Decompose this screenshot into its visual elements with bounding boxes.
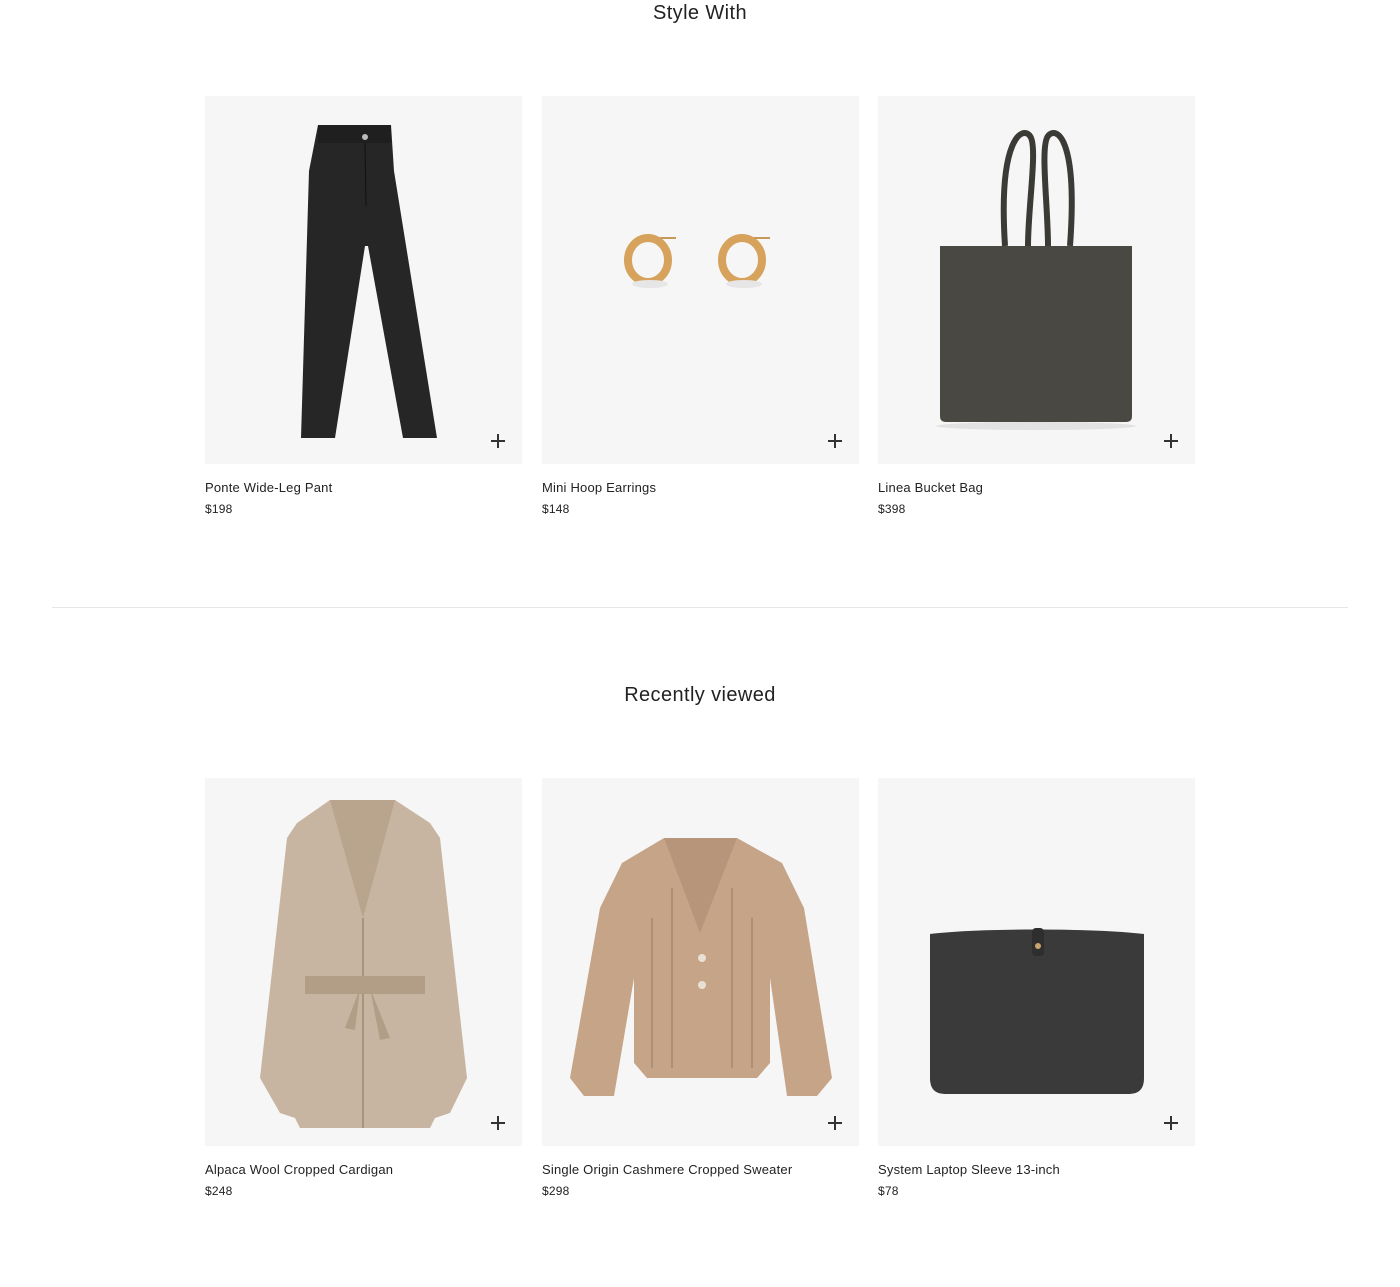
product-card[interactable]: Single Origin Cashmere Cropped Sweater $… xyxy=(542,778,859,1198)
product-name[interactable]: Linea Bucket Bag xyxy=(878,480,1195,495)
product-card[interactable]: System Laptop Sleeve 13-inch $78 xyxy=(878,778,1195,1198)
section-title-style-with: Style With xyxy=(652,2,748,24)
product-image-pant[interactable] xyxy=(205,96,522,464)
section-divider xyxy=(52,607,1348,608)
product-card[interactable]: Alpaca Wool Cropped Cardigan $248 xyxy=(205,778,522,1198)
product-name[interactable]: Single Origin Cashmere Cropped Sweater xyxy=(542,1162,859,1177)
pant-image xyxy=(301,125,437,438)
product-name[interactable]: Ponte Wide-Leg Pant xyxy=(205,480,522,495)
add-to-bag-plus-icon[interactable] xyxy=(491,434,505,448)
section-title-recently-viewed: Recently viewed xyxy=(624,684,776,706)
product-price: $398 xyxy=(878,502,906,516)
add-to-bag-plus-icon[interactable] xyxy=(828,1116,842,1130)
product-image-bag[interactable] xyxy=(878,96,1195,464)
product-price: $248 xyxy=(205,1184,233,1198)
product-price: $78 xyxy=(878,1184,899,1198)
recently-viewed-grid: Alpaca Wool Cropped Cardigan $248 Single… xyxy=(205,778,1196,1218)
product-price: $298 xyxy=(542,1184,570,1198)
coat-image xyxy=(260,800,467,1128)
add-to-bag-plus-icon[interactable] xyxy=(1164,434,1178,448)
add-to-bag-plus-icon[interactable] xyxy=(828,434,842,448)
product-image-coat[interactable] xyxy=(205,778,522,1146)
product-price: $148 xyxy=(542,502,570,516)
earrings-image xyxy=(624,234,770,288)
add-to-bag-plus-icon[interactable] xyxy=(1164,1116,1178,1130)
style-with-grid: Ponte Wide-Leg Pant $198 Mini Hoop Earri… xyxy=(205,96,1196,536)
bag-image xyxy=(936,130,1136,430)
product-name[interactable]: System Laptop Sleeve 13-inch xyxy=(878,1162,1195,1177)
product-card[interactable]: Linea Bucket Bag $398 xyxy=(878,96,1195,516)
product-image-cardigan[interactable] xyxy=(542,778,859,1146)
product-image-laptop-sleeve[interactable] xyxy=(878,778,1195,1146)
product-name[interactable]: Mini Hoop Earrings xyxy=(542,480,859,495)
product-name[interactable]: Alpaca Wool Cropped Cardigan xyxy=(205,1162,522,1177)
product-price: $198 xyxy=(205,502,233,516)
product-image-earrings[interactable] xyxy=(542,96,859,464)
laptop-sleeve-image xyxy=(930,928,1144,1094)
product-card[interactable]: Ponte Wide-Leg Pant $198 xyxy=(205,96,522,516)
product-card[interactable]: Mini Hoop Earrings $148 xyxy=(542,96,859,516)
cardigan-image xyxy=(570,838,832,1096)
add-to-bag-plus-icon[interactable] xyxy=(491,1116,505,1130)
